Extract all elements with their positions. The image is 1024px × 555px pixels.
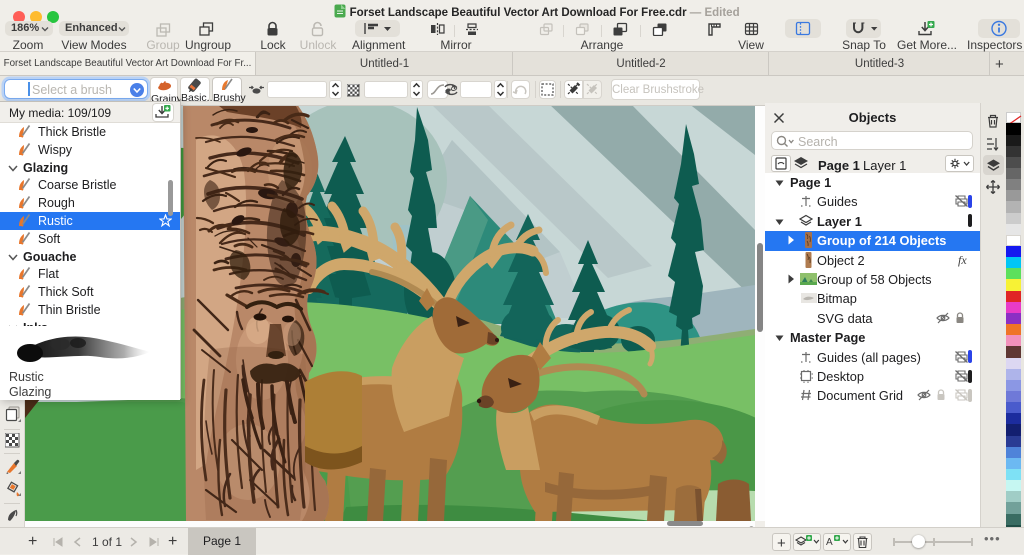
svg-text:A: A — [826, 537, 833, 548]
